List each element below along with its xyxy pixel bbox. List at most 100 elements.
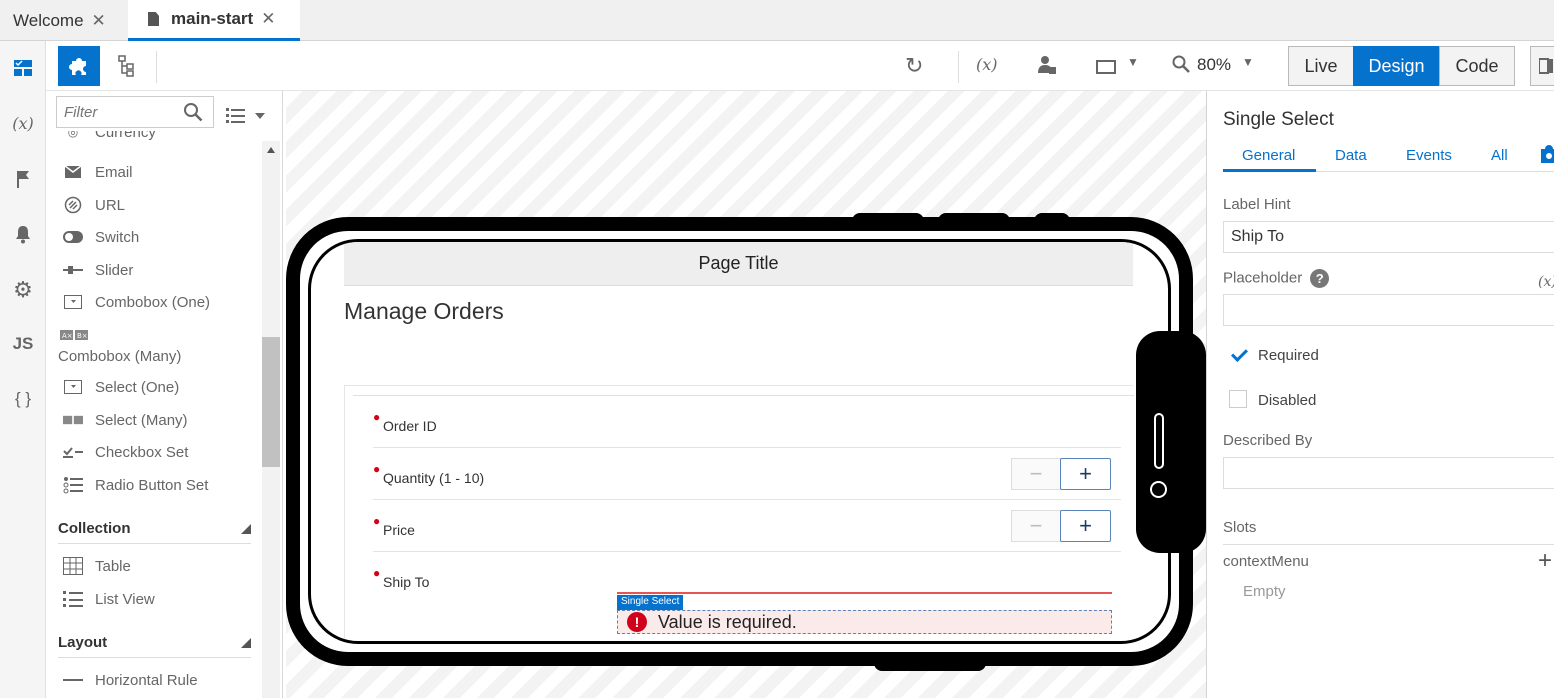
tab-events[interactable]: Events — [1406, 147, 1452, 164]
quantity-stepper[interactable]: − + — [1011, 458, 1111, 490]
required-dot-icon: ● — [373, 514, 381, 528]
zoom-icon[interactable] — [1172, 55, 1190, 78]
scrollbar-thumb[interactable] — [262, 337, 280, 467]
single-select-component[interactable]: Single Select ! Value is required. — [617, 592, 1112, 641]
zoom-level[interactable]: 80% — [1197, 55, 1231, 75]
palette-item-url[interactable]: URL — [63, 192, 125, 218]
js-icon[interactable]: JS — [0, 334, 46, 354]
tab-general[interactable]: General — [1242, 147, 1295, 164]
palette-item-select-one[interactable]: Select (One) — [63, 374, 179, 400]
svg-text:B×: B× — [77, 332, 88, 340]
tab-welcome-label: Welcome — [13, 10, 84, 30]
table-icon — [63, 557, 83, 575]
palette-item-list-view[interactable]: List View — [63, 586, 155, 612]
collapse-panel-button[interactable] — [1530, 46, 1554, 86]
label-hint-input[interactable]: Ship To — [1223, 221, 1554, 253]
page-title[interactable]: Page Title — [344, 242, 1133, 286]
palette-item-combobox-many[interactable]: Combobox (Many) — [58, 348, 181, 365]
scroll-up-arrow-icon[interactable] — [267, 147, 275, 153]
search-icon — [183, 102, 203, 127]
form-row-price[interactable]: ● Price − + — [373, 500, 1121, 552]
list-view-toggle[interactable] — [226, 106, 266, 129]
camera-icon — [1150, 481, 1167, 498]
palette-item-checkbox-set[interactable]: Checkbox Set — [63, 439, 188, 465]
disabled-label: Disabled — [1258, 392, 1317, 409]
device-size-icon[interactable] — [1096, 58, 1116, 79]
palette-item-radio-button-set[interactable]: Radio Button Set — [63, 472, 208, 498]
expression-icon[interactable]: (x) — [1538, 274, 1554, 290]
json-icon[interactable]: { } — [0, 389, 46, 409]
structure-icon[interactable] — [118, 55, 136, 82]
mode-code-button[interactable]: Code — [1439, 46, 1515, 86]
tab-main-start[interactable]: main-start ✕ — [128, 0, 300, 41]
tab-main-start-label: main-start — [171, 9, 254, 28]
components-icon[interactable] — [0, 58, 46, 83]
filter-field[interactable] — [56, 96, 214, 128]
close-icon[interactable]: ✕ — [261, 9, 275, 29]
page-preview: Page Title Manage Orders ● Order ID ● Qu… — [344, 242, 1134, 641]
palette-item-table[interactable]: Table — [63, 553, 131, 579]
field-label: Quantity (1 - 10) — [383, 470, 485, 486]
page-heading[interactable]: Manage Orders — [344, 298, 504, 325]
toolbar-divider — [156, 51, 157, 83]
email-icon — [63, 164, 83, 180]
variables-icon[interactable]: (x) — [0, 114, 46, 133]
layout-header-label: Layout — [58, 634, 108, 651]
palette-item-select-many[interactable]: Select (Many) — [63, 407, 188, 433]
palette-item-label: Radio Button Set — [95, 476, 209, 494]
close-icon[interactable]: ✕ — [92, 11, 106, 31]
increment-button[interactable]: + — [1060, 510, 1111, 542]
palette-item-label: Table — [95, 557, 131, 575]
components-palette-button[interactable] — [58, 46, 100, 86]
phone-notch — [1136, 331, 1206, 553]
add-slot-icon[interactable]: + — [1538, 547, 1552, 575]
filter-input[interactable] — [57, 97, 177, 127]
error-text: Value is required. — [658, 611, 797, 632]
user-role-icon[interactable] — [1038, 55, 1056, 80]
mode-design-button[interactable]: Design — [1353, 46, 1440, 86]
placeholder-input[interactable] — [1223, 294, 1554, 326]
required-dot-icon: ● — [373, 410, 381, 424]
chevron-down-icon[interactable]: ▼ — [1127, 55, 1139, 69]
bell-icon[interactable] — [0, 224, 46, 249]
field-label: Price — [383, 522, 415, 538]
tab-data[interactable]: Data — [1335, 147, 1367, 164]
form-row-quantity[interactable]: ● Quantity (1 - 10) − + — [373, 448, 1121, 500]
list-view-icon — [63, 591, 83, 607]
palette-item-slider[interactable]: Slider — [63, 257, 133, 283]
required-dot-icon: ● — [373, 566, 381, 580]
chevron-down-icon[interactable]: ▼ — [1242, 55, 1254, 69]
variables-icon[interactable]: (x) — [976, 55, 998, 74]
palette-item-horizontal-rule[interactable]: Horizontal Rule — [63, 667, 198, 693]
user-assistance-icon[interactable] — [1541, 145, 1554, 168]
increment-button[interactable]: + — [1060, 458, 1111, 490]
collection-section-header[interactable]: Collection — [58, 520, 251, 544]
tab-all[interactable]: All — [1491, 147, 1508, 164]
collapse-triangle-icon[interactable] — [241, 638, 251, 648]
mode-live-button[interactable]: Live — [1288, 46, 1354, 86]
refresh-icon[interactable]: ↻ — [905, 53, 923, 79]
required-checkbox[interactable] — [1229, 345, 1247, 363]
required-dot-icon: ● — [373, 462, 381, 476]
select-error-underline — [617, 592, 1112, 594]
design-canvas[interactable]: Page Title Manage Orders ● Order ID ● Qu… — [286, 91, 1206, 698]
help-icon[interactable]: ? — [1310, 269, 1330, 288]
flag-icon[interactable] — [0, 169, 46, 194]
palette-item-label: Currency — [95, 131, 156, 141]
layout-section-header[interactable]: Layout — [58, 634, 251, 658]
palette-item-combobox-one[interactable]: Combobox (One) — [63, 289, 210, 315]
placeholder-label-text: Placeholder — [1223, 269, 1303, 287]
tab-welcome[interactable]: Welcome ✕ — [0, 0, 128, 41]
palette-item-currency[interactable]: ◎ Currency — [63, 131, 156, 141]
form-row-order-id[interactable]: ● Order ID — [373, 396, 1121, 448]
described-by-input[interactable] — [1223, 457, 1554, 489]
palette-item-email[interactable]: Email — [63, 159, 133, 185]
palette-item-switch[interactable]: Switch — [63, 224, 139, 250]
palette-scrollbar[interactable] — [262, 141, 280, 698]
gear-icon[interactable]: ⚙ — [0, 277, 46, 303]
decrement-button[interactable]: − — [1011, 510, 1061, 542]
collapse-triangle-icon[interactable] — [241, 524, 251, 534]
disabled-checkbox[interactable] — [1229, 390, 1247, 408]
price-stepper[interactable]: − + — [1011, 510, 1111, 542]
decrement-button[interactable]: − — [1011, 458, 1061, 490]
